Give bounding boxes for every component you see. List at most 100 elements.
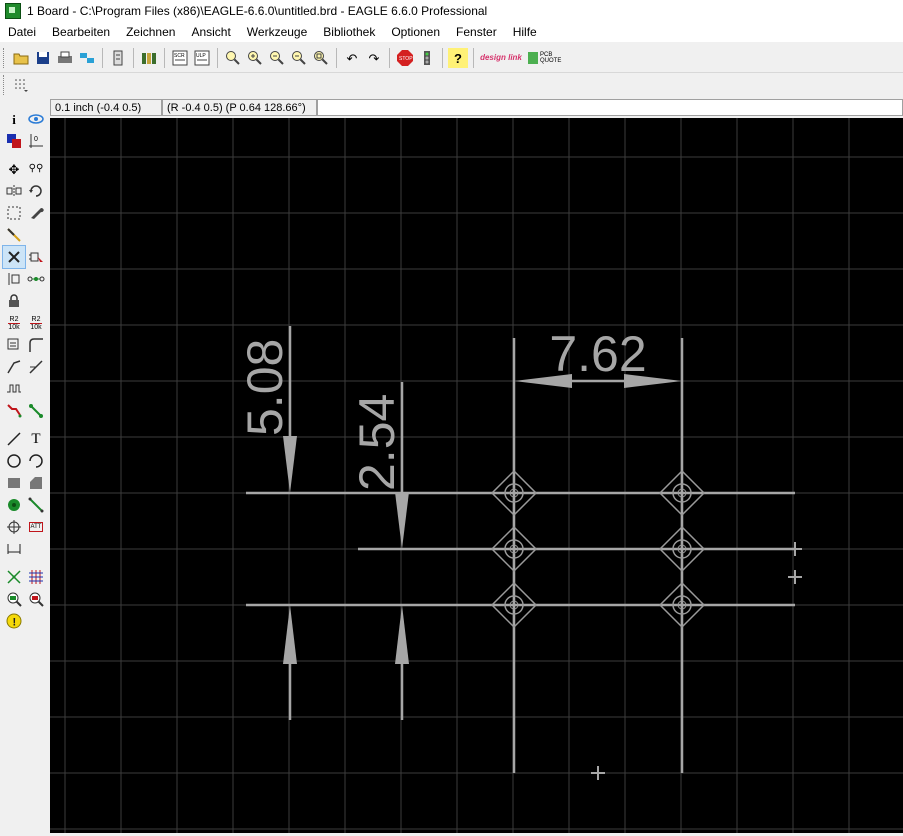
go-icon[interactable] [417,48,437,68]
stop-icon[interactable]: STOP [395,48,415,68]
rect-icon[interactable] [3,472,25,494]
zoom-fit-icon[interactable] [223,48,243,68]
svg-text:!: ! [13,617,17,629]
drc-icon[interactable] [3,588,25,610]
menu-ansicht[interactable]: Ansicht [183,22,238,42]
svg-text:STOP: STOP [399,56,413,62]
zoom-out-icon[interactable] [267,48,287,68]
mark-icon[interactable]: 0 [25,130,47,152]
print-icon[interactable] [55,48,75,68]
arc-icon[interactable] [25,450,47,472]
smash-icon[interactable] [3,334,25,356]
erc-icon[interactable]: ! [3,610,25,632]
paste-icon[interactable] [25,268,47,290]
ulp-icon[interactable]: ULP [192,48,212,68]
menu-bibliothek[interactable]: Bibliothek [315,22,383,42]
split-icon[interactable] [3,356,25,378]
meander-icon[interactable] [3,378,25,400]
board-drawing[interactable]: 5.08 2.54 7.62 [50,118,903,833]
toolbar-grip[interactable] [3,48,7,68]
auto-icon[interactable] [25,566,47,588]
copy-icon[interactable]: ⚲⚲ [25,158,47,180]
delete-icon[interactable] [2,245,26,269]
parameter-toolbar [0,73,903,97]
mirror-icon[interactable] [3,180,25,202]
polygon-icon[interactable] [25,472,47,494]
dim-254-arrow-top [395,492,409,549]
value-icon-label: R2 [31,315,41,323]
cut-icon[interactable] [3,224,25,246]
menu-fenster[interactable]: Fenster [448,22,505,42]
script-icon[interactable]: SCR [170,48,190,68]
switch-editor-icon[interactable] [108,48,128,68]
designlink-label: design link [480,53,522,62]
menu-hilfe[interactable]: Hilfe [505,22,545,42]
menu-werkzeuge[interactable]: Werkzeuge [239,22,315,42]
wire-icon[interactable] [3,428,25,450]
add-icon[interactable] [25,246,47,268]
open-icon[interactable] [11,48,31,68]
toolbar-grip[interactable] [3,75,7,95]
name-icon[interactable]: R2 10k [3,312,25,334]
name-icon-sublabel: 10k [8,322,20,331]
show-icon[interactable] [25,108,47,130]
value-icon[interactable]: R2 10k [25,312,47,334]
help-icon[interactable]: ? [448,48,468,68]
zoom-select-icon[interactable] [311,48,331,68]
menu-datei[interactable]: Datei [0,22,44,42]
group-icon[interactable] [3,202,25,224]
dim-762-label: 7.62 [549,326,646,382]
zoom-redraw-icon[interactable] [289,48,309,68]
svg-text:0: 0 [34,136,38,143]
menu-bearbeiten[interactable]: Bearbeiten [44,22,118,42]
toolbar-separator [389,48,390,68]
toolbar-separator [102,48,103,68]
eagle-app-icon [5,3,21,19]
display-icon[interactable] [3,130,25,152]
rotate-icon[interactable] [25,180,47,202]
optimize-icon[interactable] [25,356,47,378]
toolbar-separator [442,48,443,68]
change-icon[interactable] [25,202,47,224]
menu-optionen[interactable]: Optionen [383,22,448,42]
board-canvas[interactable]: 5.08 2.54 7.62 [50,118,903,833]
name-icon-label: R2 [9,315,19,323]
redo-icon[interactable]: ↷ [364,48,384,68]
move-icon[interactable]: ✥ [3,158,25,180]
save-icon[interactable] [33,48,53,68]
designlink-icon[interactable]: design link [479,48,523,68]
signal-icon[interactable] [25,494,47,516]
grid-coordinate-display: 0.1 inch (-0.4 0.5) [50,99,162,116]
library-icon[interactable] [139,48,159,68]
zoom-in-icon[interactable] [245,48,265,68]
position-display: (R -0.4 0.5) (P 0.64 128.66°) [162,99,317,116]
pcb-quote-icon[interactable]: PCB QUOTE [525,48,565,68]
circle-icon[interactable] [3,450,25,472]
route-icon[interactable] [3,400,25,422]
grid-icon[interactable] [11,75,31,95]
hole-icon[interactable] [3,516,25,538]
text-icon[interactable]: T [25,428,47,450]
ratsnest-icon[interactable] [3,566,25,588]
attribute-icon[interactable]: ATT [25,516,47,538]
attribute-icon-label: ATT [28,522,44,532]
main-toolbar: SCR ULP ↶ ↷ STOP ? design link PCB QUOTE [0,44,903,73]
toolbar-separator [217,48,218,68]
toolbar-separator [336,48,337,68]
via-icon[interactable] [3,494,25,516]
toolbar-separator [164,48,165,68]
origin-cross-3 [591,766,605,780]
info-icon[interactable]: i [3,108,25,130]
ripup-icon[interactable] [25,400,47,422]
command-line-input[interactable] [317,99,903,116]
dim-508-label: 5.08 [237,339,293,436]
miter-icon[interactable] [25,334,47,356]
menu-zeichnen[interactable]: Zeichnen [118,22,183,42]
dim-508-arrow-top [283,436,297,493]
replace-icon[interactable] [3,268,25,290]
errors-icon[interactable] [25,588,47,610]
undo-icon[interactable]: ↶ [342,48,362,68]
dimension-icon[interactable] [3,538,25,560]
lock-icon[interactable] [3,290,25,312]
cam-icon[interactable] [77,48,97,68]
